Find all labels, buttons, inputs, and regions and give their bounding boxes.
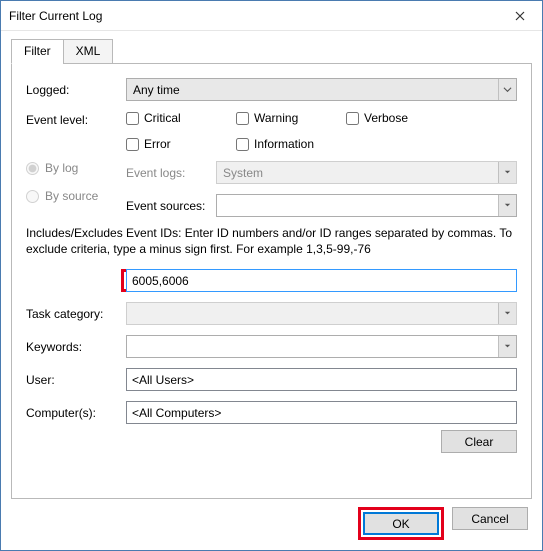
warning-checkbox[interactable]: Warning <box>236 111 326 125</box>
eventlogs-value: System <box>223 166 263 180</box>
bylog-radio[interactable]: By log <box>26 161 126 175</box>
eventlogs-label: Event logs: <box>126 166 216 180</box>
error-checkbox[interactable]: Error <box>126 137 216 151</box>
eventlogs-select: System <box>216 161 517 184</box>
eventids-input[interactable] <box>126 269 517 292</box>
user-input[interactable] <box>126 368 517 391</box>
help-text: Includes/Excludes Event IDs: Enter ID nu… <box>26 225 517 257</box>
chevron-down-icon <box>498 303 516 324</box>
window: Filter Current Log Filter XML Logged: An… <box>0 0 543 551</box>
information-checkbox[interactable]: Information <box>236 137 326 151</box>
window-title: Filter Current Log <box>9 9 102 23</box>
logged-select[interactable]: Any time <box>126 78 517 101</box>
computers-input[interactable] <box>126 401 517 424</box>
eventsources-select[interactable] <box>216 194 517 217</box>
keywords-label: Keywords: <box>26 340 126 354</box>
tab-xml[interactable]: XML <box>63 39 114 64</box>
tabpanel-filter: Logged: Any time Event level: Critical W… <box>11 63 532 499</box>
logged-value: Any time <box>133 83 180 97</box>
logged-label: Logged: <box>26 83 126 97</box>
highlight-ok: OK <box>358 507 444 540</box>
eventsources-label: Event sources: <box>126 199 216 213</box>
computers-label: Computer(s): <box>26 406 126 420</box>
eventlevel-label: Event level: <box>26 111 126 127</box>
tabstrip: Filter XML <box>11 39 532 64</box>
verbose-checkbox[interactable]: Verbose <box>346 111 436 125</box>
chevron-down-icon <box>498 79 516 100</box>
keywords-select[interactable] <box>126 335 517 358</box>
chevron-down-icon <box>498 162 516 183</box>
taskcategory-select <box>126 302 517 325</box>
chevron-down-icon <box>498 336 516 357</box>
titlebar: Filter Current Log <box>1 1 542 31</box>
taskcategory-label: Task category: <box>26 307 126 321</box>
critical-checkbox[interactable]: Critical <box>126 111 216 125</box>
user-label: User: <box>26 373 126 387</box>
tab-filter[interactable]: Filter <box>11 39 64 64</box>
bysource-radio[interactable]: By source <box>26 189 126 203</box>
clear-button[interactable]: Clear <box>441 430 517 453</box>
chevron-down-icon <box>498 195 516 216</box>
cancel-button[interactable]: Cancel <box>452 507 528 530</box>
ok-button[interactable]: OK <box>363 512 439 535</box>
close-button[interactable] <box>498 1 542 30</box>
close-icon <box>515 11 525 21</box>
